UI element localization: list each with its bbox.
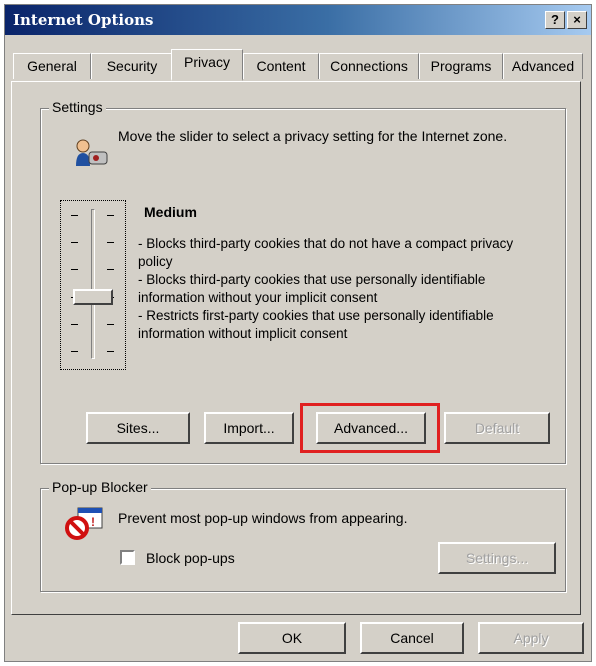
tab-privacy[interactable]: Privacy xyxy=(171,49,243,81)
slider-tick xyxy=(107,323,114,325)
popup-blocker-description: Prevent most pop-up windows from appeari… xyxy=(118,510,408,526)
tab-content[interactable]: Content xyxy=(243,53,319,79)
tab-programs[interactable]: Programs xyxy=(419,53,503,79)
description-line: - Blocks third-party cookies that do not… xyxy=(138,236,514,269)
block-popups-checkbox[interactable] xyxy=(120,550,135,565)
slider-tick xyxy=(71,323,78,325)
import-button[interactable]: Import... xyxy=(204,412,294,444)
slider-tick xyxy=(107,215,114,216)
popup-blocker-icon: ! xyxy=(65,507,103,540)
close-button[interactable]: × xyxy=(567,11,587,29)
privacy-slider-box xyxy=(60,200,126,370)
privacy-slider-thumb[interactable] xyxy=(73,288,113,305)
block-popups-label[interactable]: Block pop-ups xyxy=(146,550,235,566)
ok-button[interactable]: OK xyxy=(238,622,346,654)
window-title: Internet Options xyxy=(13,11,154,29)
settings-instruction: Move the slider to select a privacy sett… xyxy=(118,128,508,144)
slider-tick xyxy=(107,351,114,352)
svg-text:!: ! xyxy=(91,515,95,529)
tab-connections[interactable]: Connections xyxy=(319,53,419,79)
slider-track xyxy=(91,209,95,359)
slider-tick xyxy=(107,242,114,244)
tab-advanced[interactable]: Advanced xyxy=(503,53,583,79)
slider-tick xyxy=(107,269,114,271)
default-button: Default xyxy=(444,412,550,444)
tab-general[interactable]: General xyxy=(13,53,91,79)
tab-strip: General Security Privacy Content Connect… xyxy=(5,49,591,83)
apply-button: Apply xyxy=(478,622,584,654)
settings-legend: Settings xyxy=(49,99,106,115)
slider-tick xyxy=(71,351,78,352)
advanced-highlight-box xyxy=(300,403,440,453)
tab-security[interactable]: Security xyxy=(91,53,173,79)
slider-tick xyxy=(71,269,78,271)
cancel-button[interactable]: Cancel xyxy=(360,622,464,654)
privacy-level-description: - Blocks third-party cookies that do not… xyxy=(138,235,548,343)
popup-blocker-legend: Pop-up Blocker xyxy=(49,479,151,495)
slider-tick xyxy=(71,242,78,244)
popup-settings-button: Settings... xyxy=(438,542,556,574)
help-button[interactable]: ? xyxy=(545,11,565,29)
description-line: - Blocks third-party cookies that use pe… xyxy=(138,272,486,305)
title-bar: Internet Options ? × xyxy=(5,5,591,35)
description-line: - Restricts first-party cookies that use… xyxy=(138,308,494,341)
privacy-user-icon xyxy=(76,139,108,166)
privacy-level-title: Medium xyxy=(144,204,197,220)
sites-button[interactable]: Sites... xyxy=(86,412,190,444)
popup-blocker-group: Pop-up Blocker xyxy=(40,479,566,592)
slider-tick xyxy=(71,215,78,216)
